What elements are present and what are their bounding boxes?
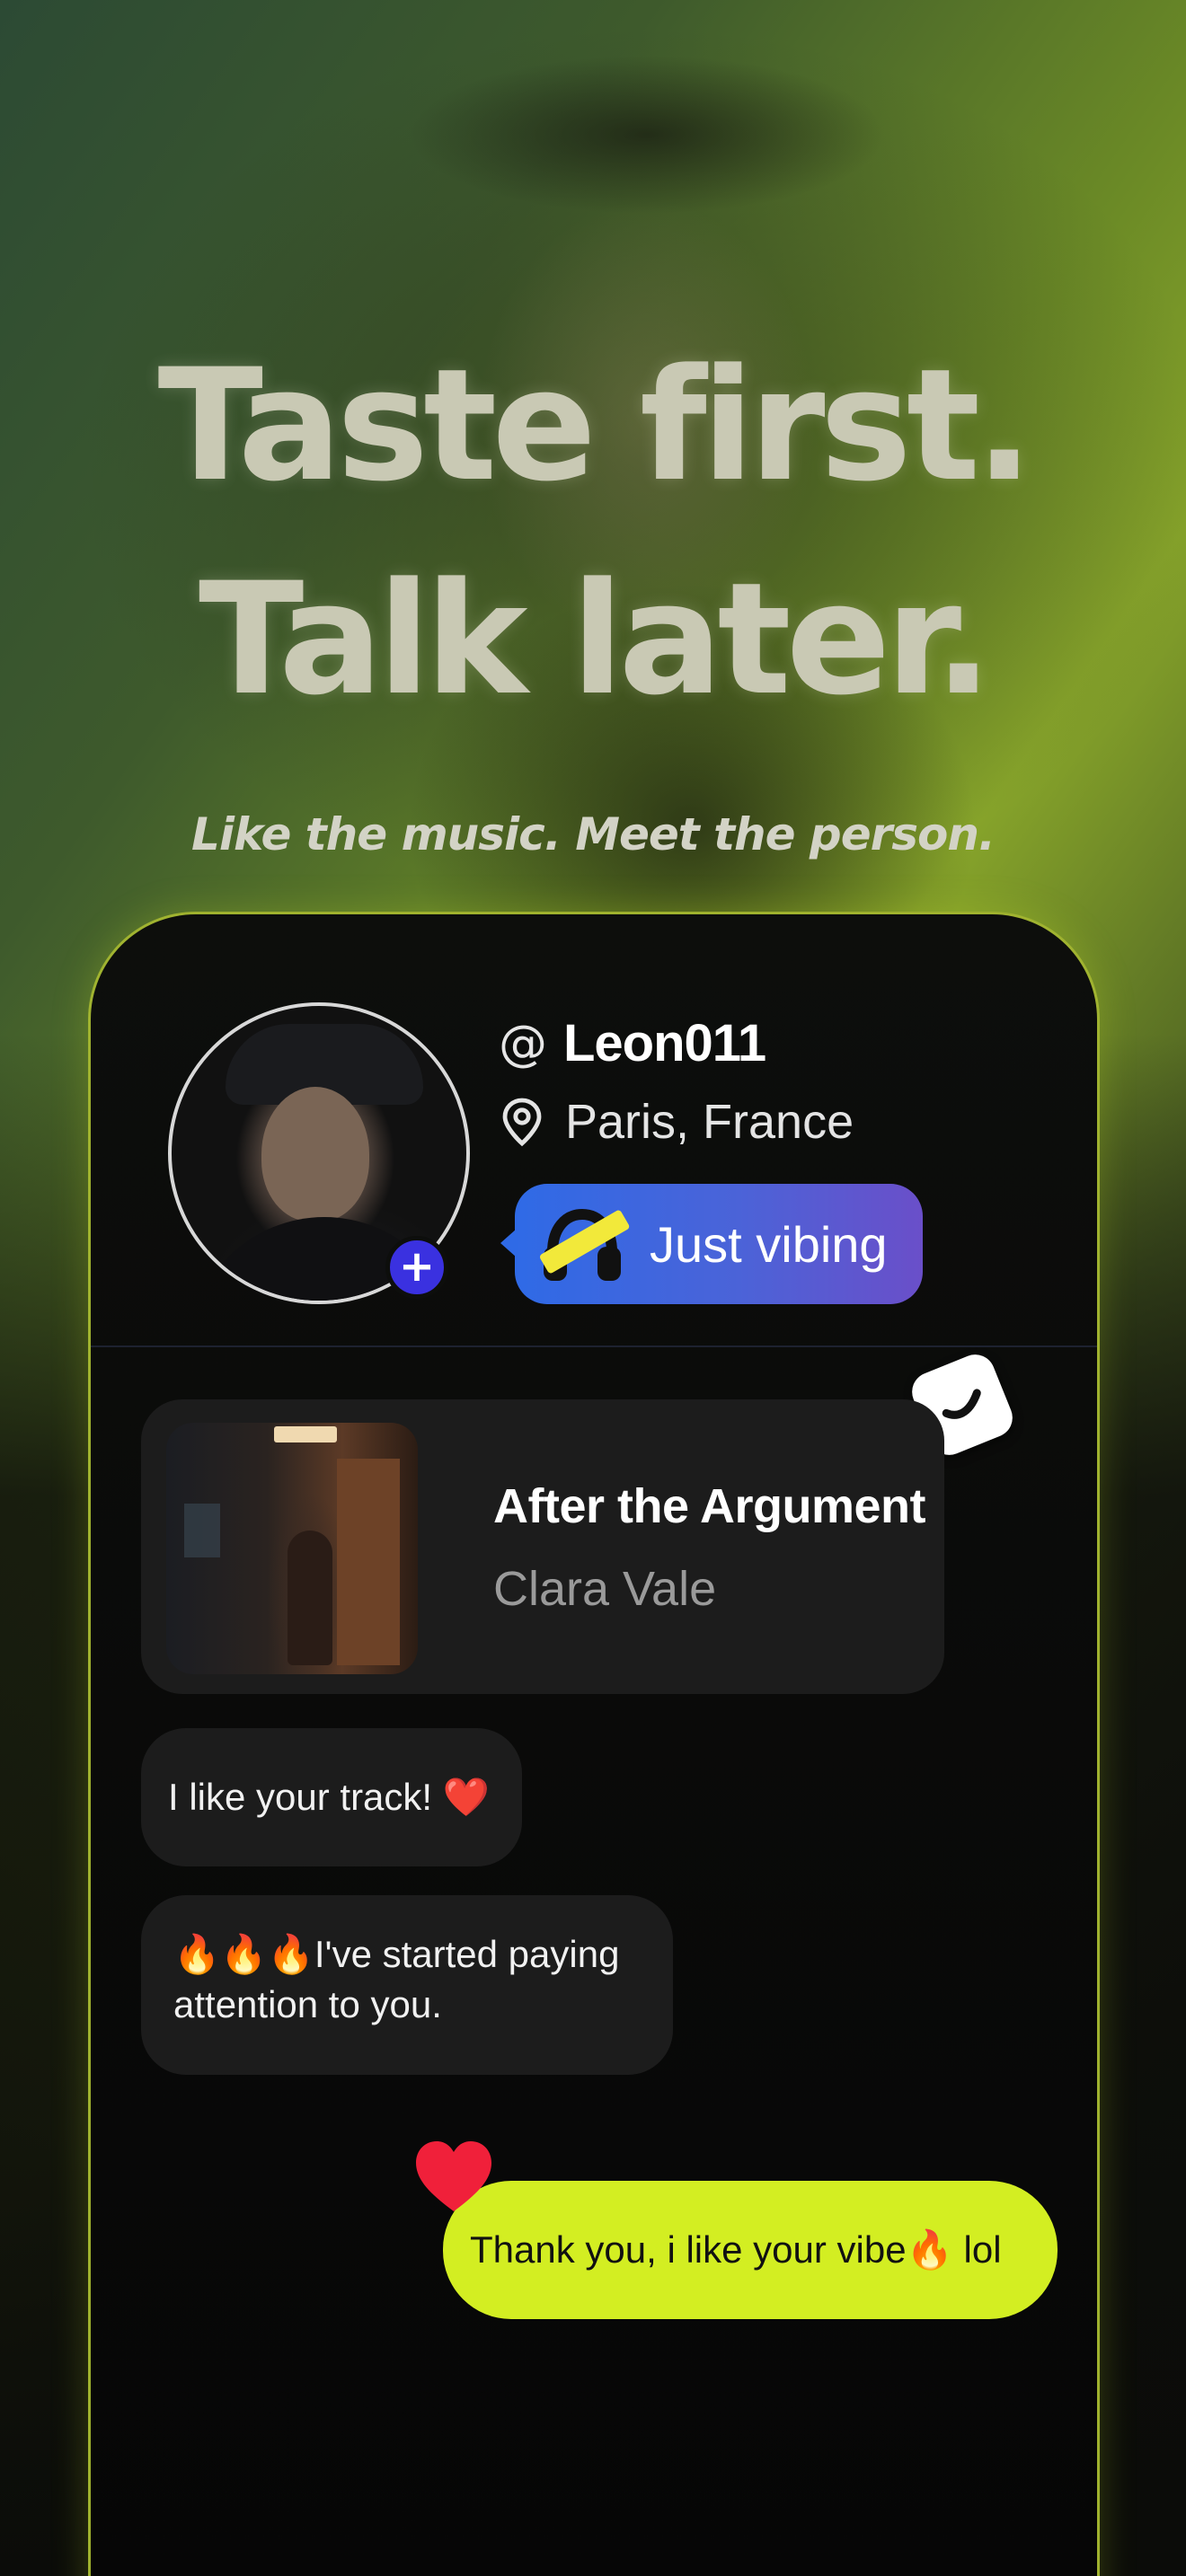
message-bubble-received[interactable]: 🔥🔥🔥I've started paying attention to you.: [141, 1895, 673, 2075]
track-artist: Clara Vale: [493, 1562, 717, 1616]
location-pin-icon: [502, 1098, 542, 1147]
divider: [91, 1345, 1097, 1347]
at-icon: @: [499, 1015, 547, 1072]
message-bubble-sent[interactable]: Thank you, i like your vibe🔥 lol: [443, 2181, 1058, 2319]
username: Leon011: [563, 1014, 766, 1072]
status-text: Just vibing: [650, 1215, 888, 1273]
status-badge[interactable]: Just vibing: [500, 1184, 923, 1304]
username-row: @ Leon011: [499, 1013, 766, 1073]
plus-icon: +: [398, 1241, 436, 1292]
location-row: Paris, France: [499, 1094, 854, 1150]
subtitle: Like the music. Meet the person.: [190, 808, 996, 860]
track-title: After the Argument: [493, 1479, 926, 1533]
headphones-icon: [535, 1196, 630, 1292]
location-text: Paris, France: [565, 1095, 854, 1149]
message-bubble-received[interactable]: I like your track! ❤️: [141, 1728, 522, 1866]
onboarding-screen: Taste first. Talk later. Like the music.…: [0, 0, 1186, 2576]
headline: Taste first. Talk later.: [0, 319, 1186, 746]
heart-icon: [416, 2141, 491, 2211]
track-cover-image: [166, 1423, 418, 1674]
headline-line-2: Talk later.: [199, 549, 993, 729]
add-friend-button[interactable]: +: [385, 1236, 448, 1299]
phone-mockup: + @ Leon011 Paris, France Just vibing Af…: [88, 912, 1100, 2576]
shared-track-card[interactable]: After the Argument Clara Vale: [141, 1399, 944, 1694]
headline-line-1: Taste first.: [157, 335, 1034, 516]
